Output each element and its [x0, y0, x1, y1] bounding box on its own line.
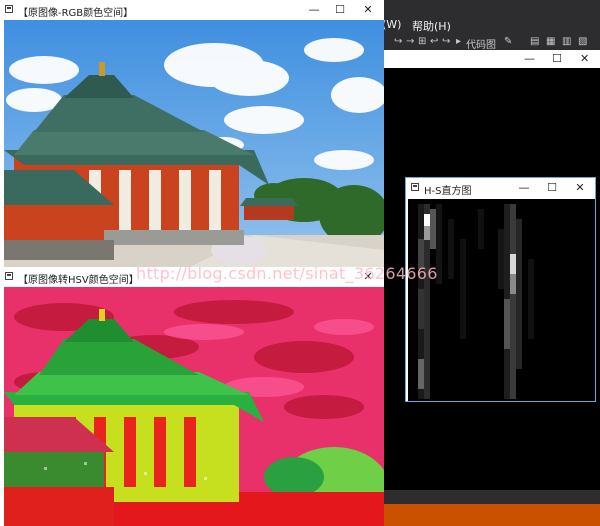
ide-panel-strip [384, 490, 600, 504]
window-app-icon [5, 272, 13, 280]
hsv-image-window: 【原图像转HSV颜色空间】 ✕ [0, 267, 384, 526]
outdent-icon[interactable]: ▧ [578, 36, 587, 47]
hist-window-titlebar[interactable]: H-S直方图 — ☐ ✕ [406, 178, 595, 198]
close-icon[interactable]: ✕ [566, 178, 594, 198]
list-icon[interactable]: ▥ [562, 36, 571, 47]
close-icon[interactable]: ✕ [354, 0, 382, 20]
maximize-icon[interactable]: ☐ [552, 52, 562, 65]
bookmark-icon[interactable]: ▤ [530, 36, 539, 47]
close-icon[interactable]: ✕ [580, 52, 589, 65]
hs-histogram-image [408, 199, 595, 401]
window-app-icon [411, 183, 419, 191]
menu-help[interactable]: 帮助(H) [412, 18, 451, 34]
code-map-icon[interactable]: ▸ [456, 36, 461, 47]
rgb-window-titlebar[interactable]: 【原图像-RGB颜色空间】 — ☐ ✕ [0, 0, 384, 20]
ide-menubar: (W) 帮助(H) [380, 14, 600, 34]
hist-window-title: H-S直方图 [424, 186, 472, 197]
minimize-icon[interactable]: — [510, 178, 538, 198]
ide-toolbar: ↪ → ⊞ ↩ ↪ ▸ 代码图 ✎ ▤ ▦ ▥ ▧ [380, 34, 600, 51]
window-app-icon [5, 5, 13, 13]
hook-icon[interactable]: ↩ [430, 36, 438, 47]
minimize-icon[interactable]: — [300, 0, 328, 20]
back-arrow-icon[interactable]: ↪ [394, 36, 402, 47]
hook2-icon[interactable]: ↪ [442, 36, 450, 47]
console-titlebar: — ☐ ✕ [384, 50, 600, 68]
grid-icon[interactable]: ⊞ [418, 36, 426, 47]
ide-status-bar [384, 504, 600, 526]
code-map-button[interactable]: 代码图 [466, 36, 496, 51]
forward-arrow-icon[interactable]: → [406, 36, 414, 47]
maximize-icon[interactable]: ☐ [326, 0, 354, 20]
maximize-icon[interactable]: ☐ [538, 178, 566, 198]
tools-icon[interactable]: ✎ [504, 36, 512, 47]
rgb-window-title: 【原图像-RGB颜色空间】 [18, 8, 134, 19]
rgb-image-window: 【原图像-RGB颜色空间】 — ☐ ✕ [0, 0, 384, 290]
minimize-icon[interactable]: — [524, 52, 535, 65]
hsv-temple-image [4, 287, 384, 526]
menu-window[interactable]: (W) [382, 18, 401, 31]
align-icon[interactable]: ▦ [546, 36, 555, 47]
hsv-window-title: 【原图像转HSV颜色空间】 [18, 275, 139, 286]
rgb-temple-image [4, 20, 384, 290]
hs-histogram-window: H-S直方图 — ☐ ✕ [405, 177, 596, 402]
blog-watermark: http://blog.csdn.net/sinat_36264666 [136, 264, 438, 283]
